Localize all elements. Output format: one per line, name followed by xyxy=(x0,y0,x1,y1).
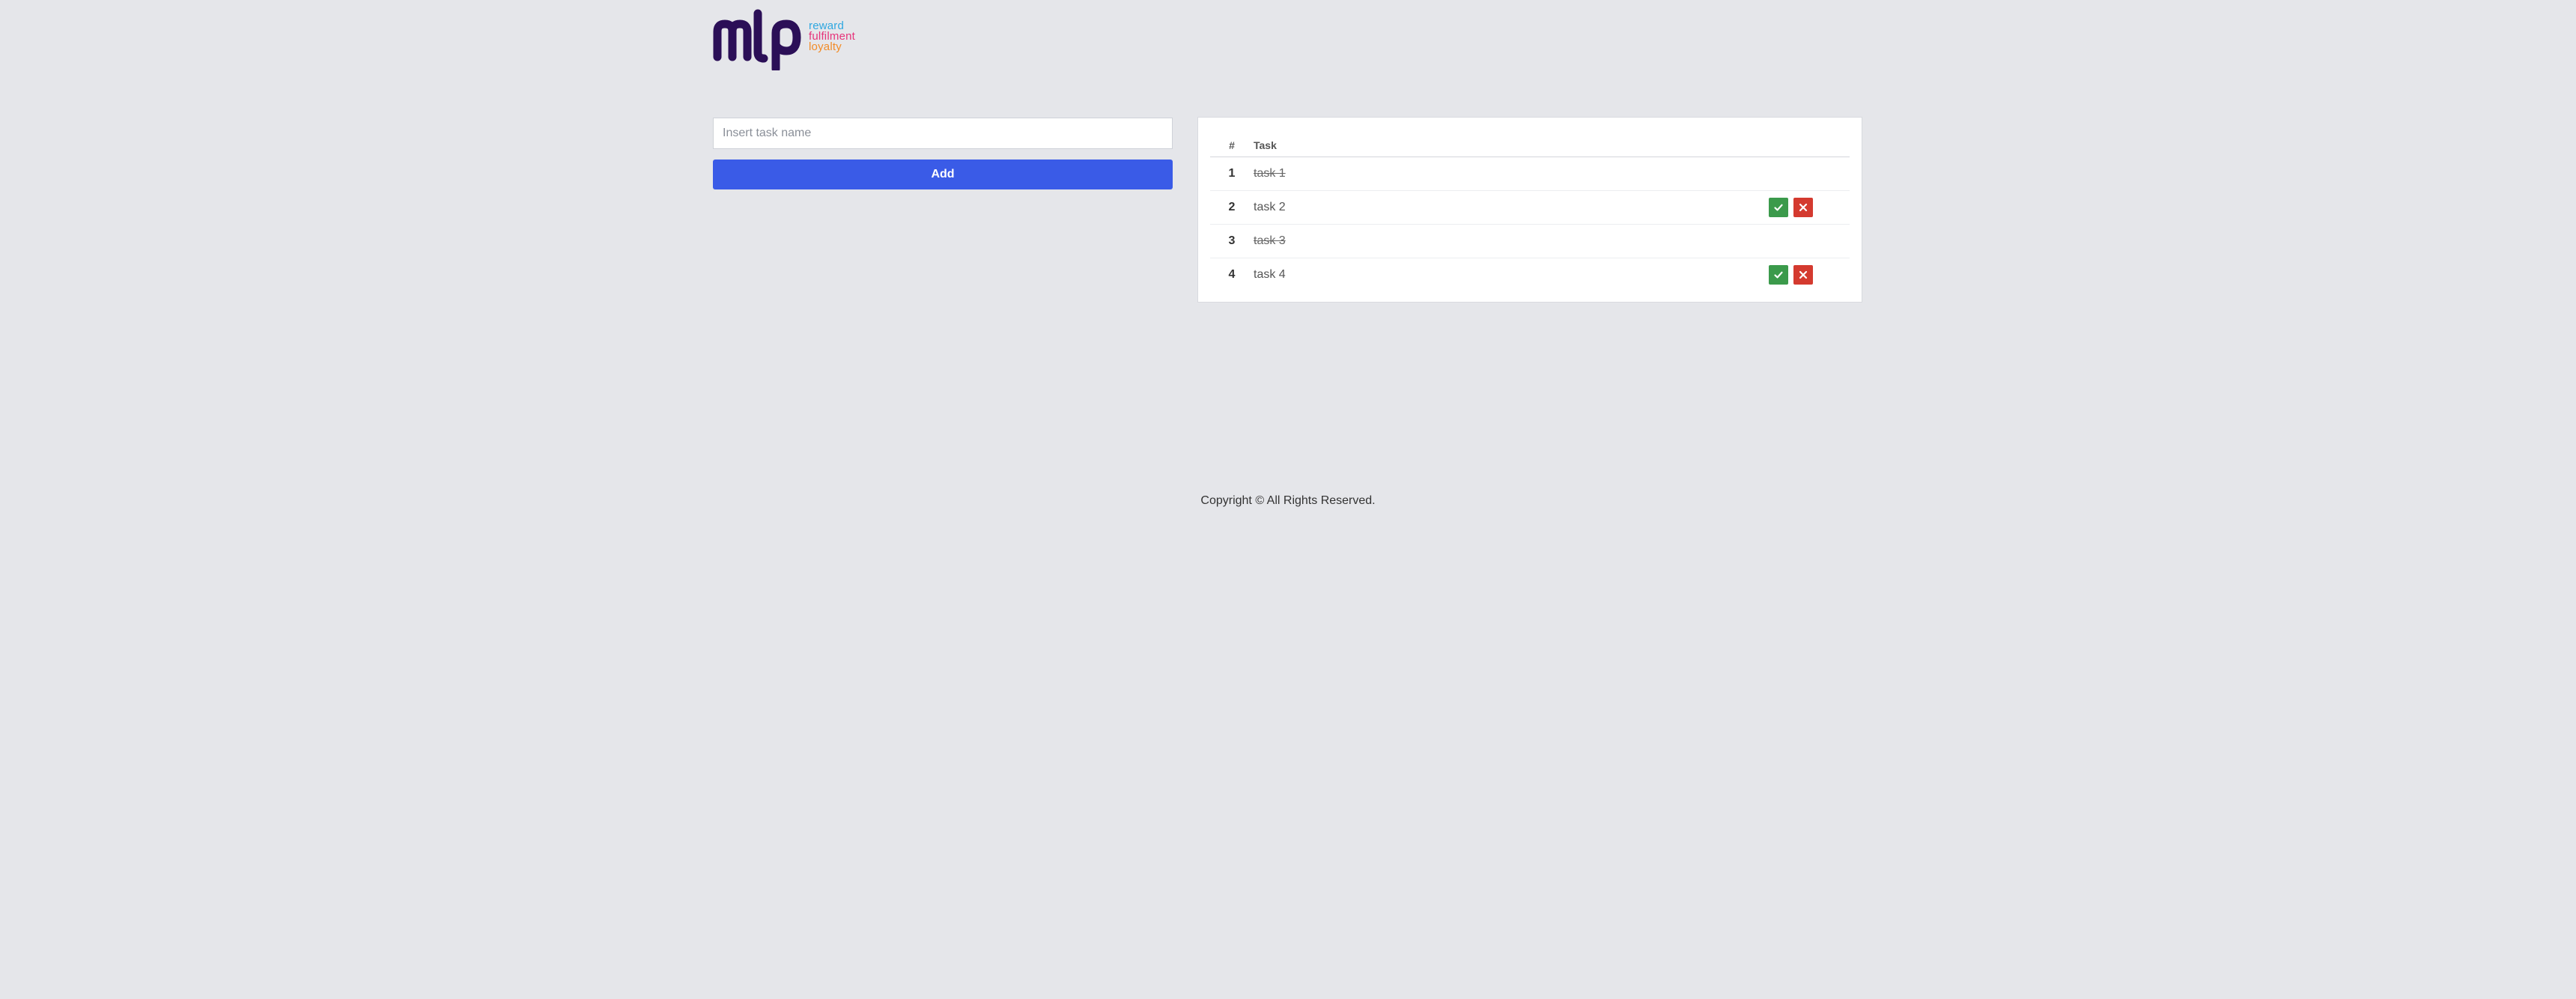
table-row: 1 task 1 xyxy=(1210,157,1850,191)
delete-task-button[interactable] xyxy=(1793,265,1813,285)
table-row: 2 task 2 xyxy=(1210,191,1850,225)
row-task-name: task 2 xyxy=(1254,201,1286,213)
row-number: 1 xyxy=(1228,167,1236,180)
row-task-name: task 1 xyxy=(1254,167,1286,180)
logo-tagline-loyalty: loyalty xyxy=(809,40,842,53)
task-table: # Task 1 task 1 2 task 2 3 task 3 4 task… xyxy=(1210,134,1850,291)
logo: reward fulfilment loyalty xyxy=(713,9,863,70)
complete-task-button[interactable] xyxy=(1769,265,1788,285)
task-table-card: # Task 1 task 1 2 task 2 3 task 3 4 task… xyxy=(1197,117,1862,303)
add-button[interactable]: Add xyxy=(713,160,1173,189)
row-number: 3 xyxy=(1228,234,1236,247)
table-header: # Task xyxy=(1210,134,1850,157)
task-name-input[interactable] xyxy=(713,118,1173,149)
logo-mark xyxy=(713,9,807,70)
table-row: 3 task 3 xyxy=(1210,225,1850,258)
close-icon xyxy=(1799,270,1808,279)
complete-task-button[interactable] xyxy=(1769,198,1788,217)
check-icon xyxy=(1774,204,1783,211)
delete-task-button[interactable] xyxy=(1793,198,1813,217)
row-task-name: task 3 xyxy=(1254,234,1286,247)
task-form: Add xyxy=(713,118,1173,189)
check-icon xyxy=(1774,271,1783,279)
header-number: # xyxy=(1229,139,1235,151)
row-task-name: task 4 xyxy=(1254,268,1286,281)
row-actions xyxy=(1769,198,1850,217)
logo-taglines: reward fulfilment loyalty xyxy=(809,20,855,53)
close-icon xyxy=(1799,203,1808,212)
header-task: Task xyxy=(1254,139,1277,151)
row-actions xyxy=(1769,265,1850,285)
footer-copyright: Copyright © All Rights Reserved. xyxy=(1200,494,1376,507)
table-row: 4 task 4 xyxy=(1210,258,1850,291)
row-number: 2 xyxy=(1228,201,1236,213)
row-number: 4 xyxy=(1228,268,1236,281)
